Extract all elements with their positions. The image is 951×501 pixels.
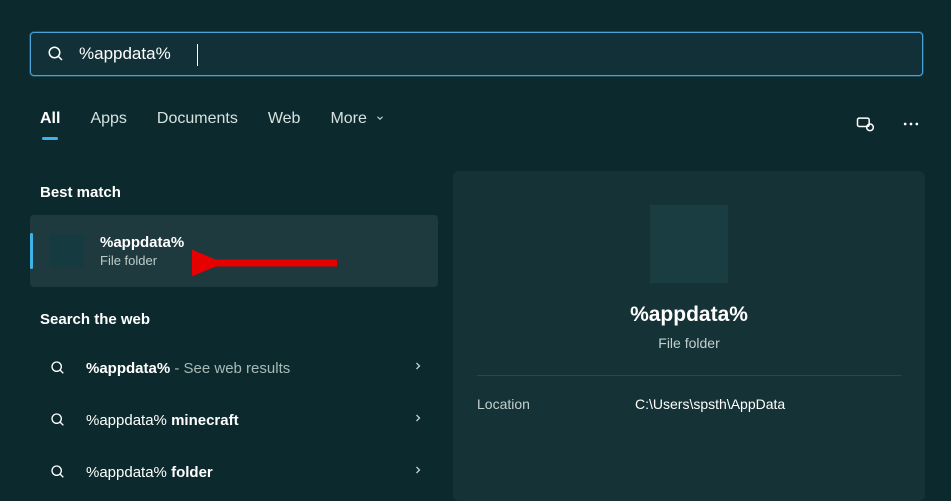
best-match-heading: Best match <box>40 184 438 201</box>
best-match-result[interactable]: %appdata% File folder <box>30 215 438 287</box>
details-title: %appdata% <box>453 303 925 327</box>
search-bar[interactable] <box>30 32 923 76</box>
search-icon <box>44 360 72 376</box>
details-pane: %appdata% File folder Location C:\Users\… <box>453 171 925 501</box>
best-match-subtitle: File folder <box>100 253 184 268</box>
search-web-heading: Search the web <box>40 311 438 328</box>
search-icon <box>44 464 72 480</box>
search-icon <box>44 412 72 428</box>
search-input[interactable] <box>79 44 906 64</box>
tab-all[interactable]: All <box>40 110 60 138</box>
folder-icon <box>50 234 84 268</box>
search-icon <box>47 45 65 63</box>
tab-more-label: More <box>330 110 366 127</box>
cast-icon[interactable] <box>855 114 875 139</box>
web-result[interactable]: %appdata% folder <box>30 446 438 498</box>
location-label: Location <box>477 396 635 412</box>
selection-indicator <box>30 233 33 269</box>
web-results: Search the web %appdata% - See web resul… <box>30 311 438 498</box>
web-result[interactable]: %appdata% - See web results <box>30 342 438 394</box>
details-subtitle: File folder <box>453 335 925 351</box>
results-column: Best match %appdata% File folder Search … <box>30 176 438 498</box>
text-cursor <box>197 44 198 66</box>
tab-documents[interactable]: Documents <box>157 110 238 138</box>
web-result-label: %appdata% folder <box>86 464 213 481</box>
tab-more[interactable]: More <box>330 110 385 138</box>
filter-tabs: All Apps Documents Web More <box>40 110 385 138</box>
chevron-right-icon <box>412 359 424 377</box>
top-right-actions <box>855 114 921 139</box>
web-result[interactable]: %appdata% minecraft <box>30 394 438 446</box>
best-match-title: %appdata% <box>100 234 184 251</box>
chevron-right-icon <box>412 463 424 481</box>
web-result-label: %appdata% - See web results <box>86 360 290 377</box>
tab-apps[interactable]: Apps <box>90 110 126 138</box>
web-result-label: %appdata% minecraft <box>86 412 239 429</box>
tab-web[interactable]: Web <box>268 110 301 138</box>
more-icon[interactable] <box>901 114 921 139</box>
details-row-location: Location C:\Users\spsth\AppData <box>453 376 925 432</box>
chevron-down-icon <box>375 110 385 127</box>
folder-icon <box>650 205 728 283</box>
location-value: C:\Users\spsth\AppData <box>635 396 785 412</box>
chevron-right-icon <box>412 411 424 429</box>
